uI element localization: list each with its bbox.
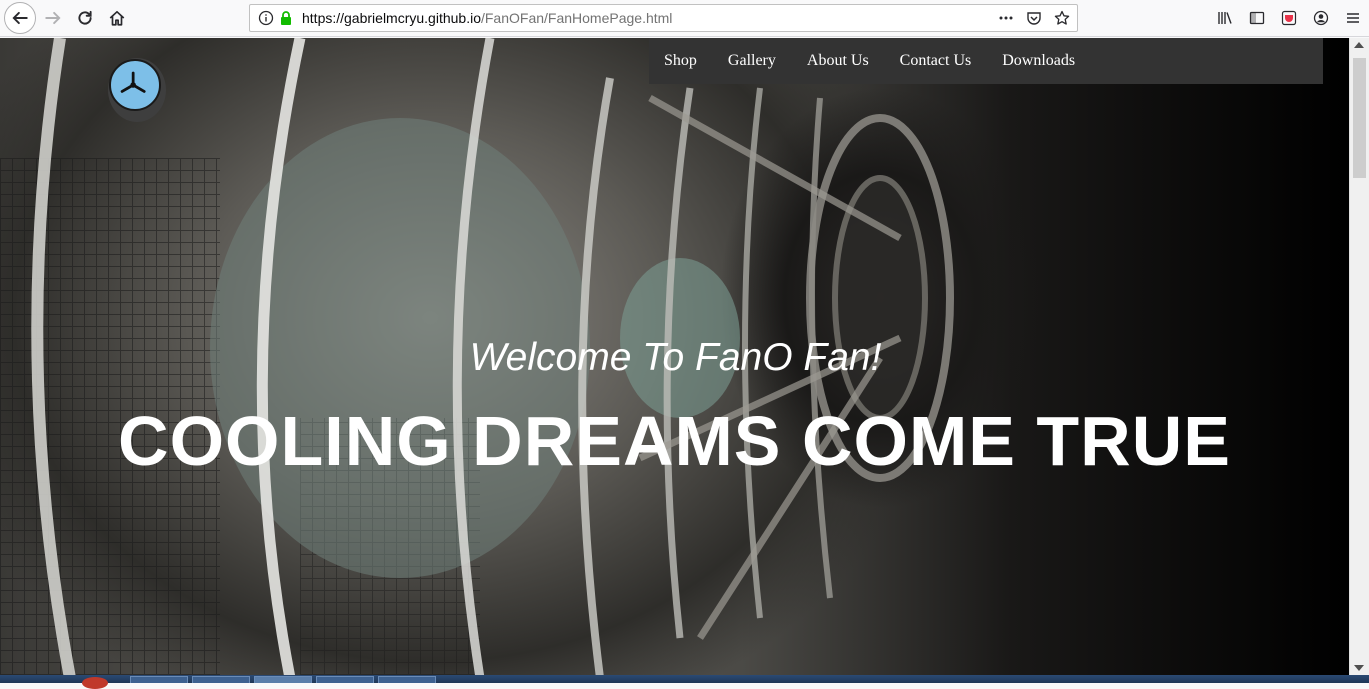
nav-contact-us[interactable]: Contact Us xyxy=(900,52,972,70)
fan-o-fan-logo[interactable] xyxy=(108,58,166,122)
pocket-extension-icon[interactable] xyxy=(1273,4,1305,32)
back-button[interactable] xyxy=(4,2,36,34)
nav-about-us[interactable]: About Us xyxy=(807,52,869,70)
taskbar-item[interactable] xyxy=(378,676,436,683)
hero-headline: COOLING DREAMS COME TRUE xyxy=(118,402,1231,480)
nav-gallery[interactable]: Gallery xyxy=(728,52,776,70)
url-path: /FanOFan/FanHomePage.html xyxy=(480,10,673,26)
reload-button[interactable] xyxy=(70,4,100,32)
back-arrow-icon xyxy=(12,11,28,25)
scroll-up-arrow-icon[interactable] xyxy=(1354,42,1364,48)
nav-shop[interactable]: Shop xyxy=(664,52,697,70)
taskbar-item[interactable] xyxy=(192,676,250,683)
page-actions-icon[interactable] xyxy=(997,9,1015,27)
url-text[interactable]: https://gabrielmcryu.github.io/FanOFan/F… xyxy=(302,10,672,26)
fan-logo-icon xyxy=(120,71,146,93)
lock-icon[interactable] xyxy=(278,10,294,26)
taskbar-item[interactable] xyxy=(130,676,188,683)
taskbar-item-active[interactable] xyxy=(254,676,312,683)
menu-icon[interactable] xyxy=(1337,4,1369,32)
page-viewport: Shop Gallery About Us Contact Us Downloa… xyxy=(0,38,1349,675)
scroll-down-arrow-icon[interactable] xyxy=(1354,665,1364,671)
account-icon[interactable] xyxy=(1305,4,1337,32)
address-bar[interactable]: https://gabrielmcryu.github.io/FanOFan/F… xyxy=(249,4,1078,32)
bookmark-star-icon[interactable] xyxy=(1053,9,1071,27)
welcome-text: Welcome To FanO Fan! xyxy=(469,336,882,379)
info-icon[interactable] xyxy=(258,10,274,26)
taskbar-item[interactable] xyxy=(316,676,374,683)
browser-toolbar: https://gabrielmcryu.github.io/FanOFan/F… xyxy=(0,0,1369,37)
home-button[interactable] xyxy=(102,4,132,32)
page-scrollbar[interactable] xyxy=(1349,38,1369,675)
os-taskbar xyxy=(0,675,1369,689)
forward-arrow-icon xyxy=(45,11,61,25)
scroll-thumb[interactable] xyxy=(1353,58,1366,178)
nav-downloads[interactable]: Downloads xyxy=(1002,52,1075,70)
url-host: https://gabrielmcryu.github.io xyxy=(302,10,481,26)
reload-icon xyxy=(78,10,92,25)
library-icon[interactable] xyxy=(1209,4,1241,32)
sidebar-icon[interactable] xyxy=(1241,4,1273,32)
logo-badge xyxy=(109,59,161,111)
chrome-taskbar-icon[interactable] xyxy=(82,677,108,689)
forward-button[interactable] xyxy=(38,4,68,32)
pocket-icon[interactable] xyxy=(1025,9,1043,27)
main-nav: Shop Gallery About Us Contact Us Downloa… xyxy=(649,38,1323,84)
home-icon xyxy=(109,10,125,26)
